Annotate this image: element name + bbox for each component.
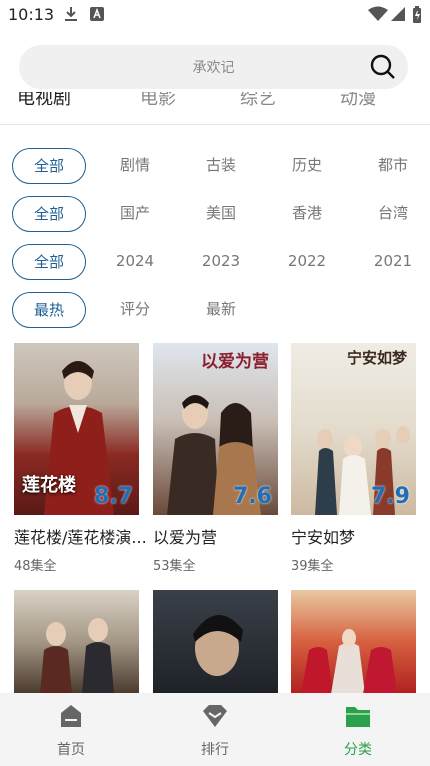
filter-genre-all[interactable]: 全部 bbox=[12, 148, 86, 184]
rating-badge: 8.7 bbox=[94, 484, 133, 509]
filter-region-taiwan[interactable]: 台湾 bbox=[363, 196, 423, 230]
poster-title: 宁安如梦 bbox=[347, 349, 408, 367]
card-title[interactable]: 宁安如梦 bbox=[291, 524, 430, 548]
poster-image[interactable]: 莲花楼 8.7 bbox=[14, 343, 139, 515]
rating-badge: 7.9 bbox=[371, 484, 410, 509]
search-bar[interactable]: 承欢记 bbox=[19, 45, 408, 89]
status-bar: 10:13 bbox=[0, 0, 430, 30]
rating-badge: 7.6 bbox=[233, 484, 272, 509]
filter-year-2021[interactable]: 2021 bbox=[363, 244, 423, 278]
sort-newest[interactable]: 最新 bbox=[191, 292, 251, 326]
episode-count: 48集全 bbox=[14, 559, 57, 574]
search-icon[interactable] bbox=[370, 54, 396, 84]
filter-genre-drama[interactable]: 剧情 bbox=[105, 148, 165, 182]
home-icon bbox=[58, 705, 84, 733]
video-card[interactable]: 莲花楼 8.7 莲花楼/莲花楼演... 48集全 bbox=[14, 343, 147, 574]
bottom-navigation: 首页 排行 分类 bbox=[0, 693, 430, 766]
top-category-tabs: 电视剧 电影 综艺 动漫 bbox=[0, 92, 430, 125]
tab-tv[interactable]: 电视剧 bbox=[17, 92, 71, 110]
video-card[interactable] bbox=[153, 590, 278, 694]
nav-home[interactable]: 首页 bbox=[16, 703, 126, 759]
filter-region-all[interactable]: 全部 bbox=[12, 196, 86, 232]
episode-count: 39集全 bbox=[291, 559, 334, 574]
video-card[interactable] bbox=[291, 590, 416, 694]
filter-genre-history[interactable]: 历史 bbox=[277, 148, 337, 182]
folder-icon bbox=[344, 707, 372, 733]
poster-image[interactable]: 以爱为营 7.6 bbox=[153, 343, 278, 515]
year-filter-row: 全部 2024 2023 2022 2021 bbox=[0, 244, 430, 280]
sort-hottest[interactable]: 最热 bbox=[12, 292, 86, 328]
nav-rank[interactable]: 排行 bbox=[160, 703, 270, 759]
sort-filter-row: 最热 评分 最新 bbox=[0, 292, 430, 328]
episode-count: 53集全 bbox=[153, 559, 196, 574]
genre-filter-row: 全部 剧情 古装 历史 都市 bbox=[0, 148, 430, 184]
video-card[interactable]: 以爱为营 7.6 以爱为营 53集全 bbox=[153, 343, 278, 574]
search-placeholder: 承欢记 bbox=[192, 60, 235, 76]
filter-year-2024[interactable]: 2024 bbox=[105, 244, 165, 278]
nav-home-label: 首页 bbox=[57, 742, 85, 758]
filter-year-2022[interactable]: 2022 bbox=[277, 244, 337, 278]
poster-title: 以爱为营 bbox=[201, 352, 269, 372]
filter-year-2023[interactable]: 2023 bbox=[191, 244, 251, 278]
signal-icon bbox=[391, 6, 405, 26]
card-title[interactable]: 莲花楼/莲花楼演... bbox=[14, 524, 154, 548]
rank-icon bbox=[201, 705, 229, 733]
nav-category-label: 分类 bbox=[344, 742, 372, 758]
filter-region-china[interactable]: 国产 bbox=[105, 196, 165, 230]
tab-variety[interactable]: 综艺 bbox=[240, 92, 276, 110]
wifi-icon bbox=[368, 6, 388, 26]
download-icon bbox=[64, 6, 78, 26]
tab-anime[interactable]: 动漫 bbox=[340, 92, 376, 110]
video-card[interactable]: 宁安如梦 7.9 宁安如梦 39集全 bbox=[291, 343, 416, 574]
poster-image[interactable] bbox=[291, 590, 416, 694]
filter-genre-costume[interactable]: 古装 bbox=[191, 148, 251, 182]
video-card[interactable] bbox=[14, 590, 139, 694]
nav-category[interactable]: 分类 bbox=[303, 703, 413, 759]
poster-image[interactable] bbox=[14, 590, 139, 694]
poster-image[interactable] bbox=[153, 590, 278, 694]
sort-rating[interactable]: 评分 bbox=[105, 292, 165, 326]
poster-title: 莲花楼 bbox=[22, 475, 76, 496]
battery-icon bbox=[412, 6, 422, 28]
filter-region-hongkong[interactable]: 香港 bbox=[277, 196, 337, 230]
nav-rank-label: 排行 bbox=[201, 742, 229, 758]
filter-region-usa[interactable]: 美国 bbox=[191, 196, 251, 230]
filter-genre-urban[interactable]: 都市 bbox=[363, 148, 423, 182]
app-notification-icon bbox=[90, 6, 104, 25]
poster-image[interactable]: 宁安如梦 7.9 bbox=[291, 343, 416, 515]
tab-movie[interactable]: 电影 bbox=[140, 92, 176, 110]
card-title[interactable]: 以爱为营 bbox=[153, 524, 293, 548]
region-filter-row: 全部 国产 美国 香港 台湾 bbox=[0, 196, 430, 232]
filter-year-all[interactable]: 全部 bbox=[12, 244, 86, 280]
status-time: 10:13 bbox=[8, 5, 55, 24]
